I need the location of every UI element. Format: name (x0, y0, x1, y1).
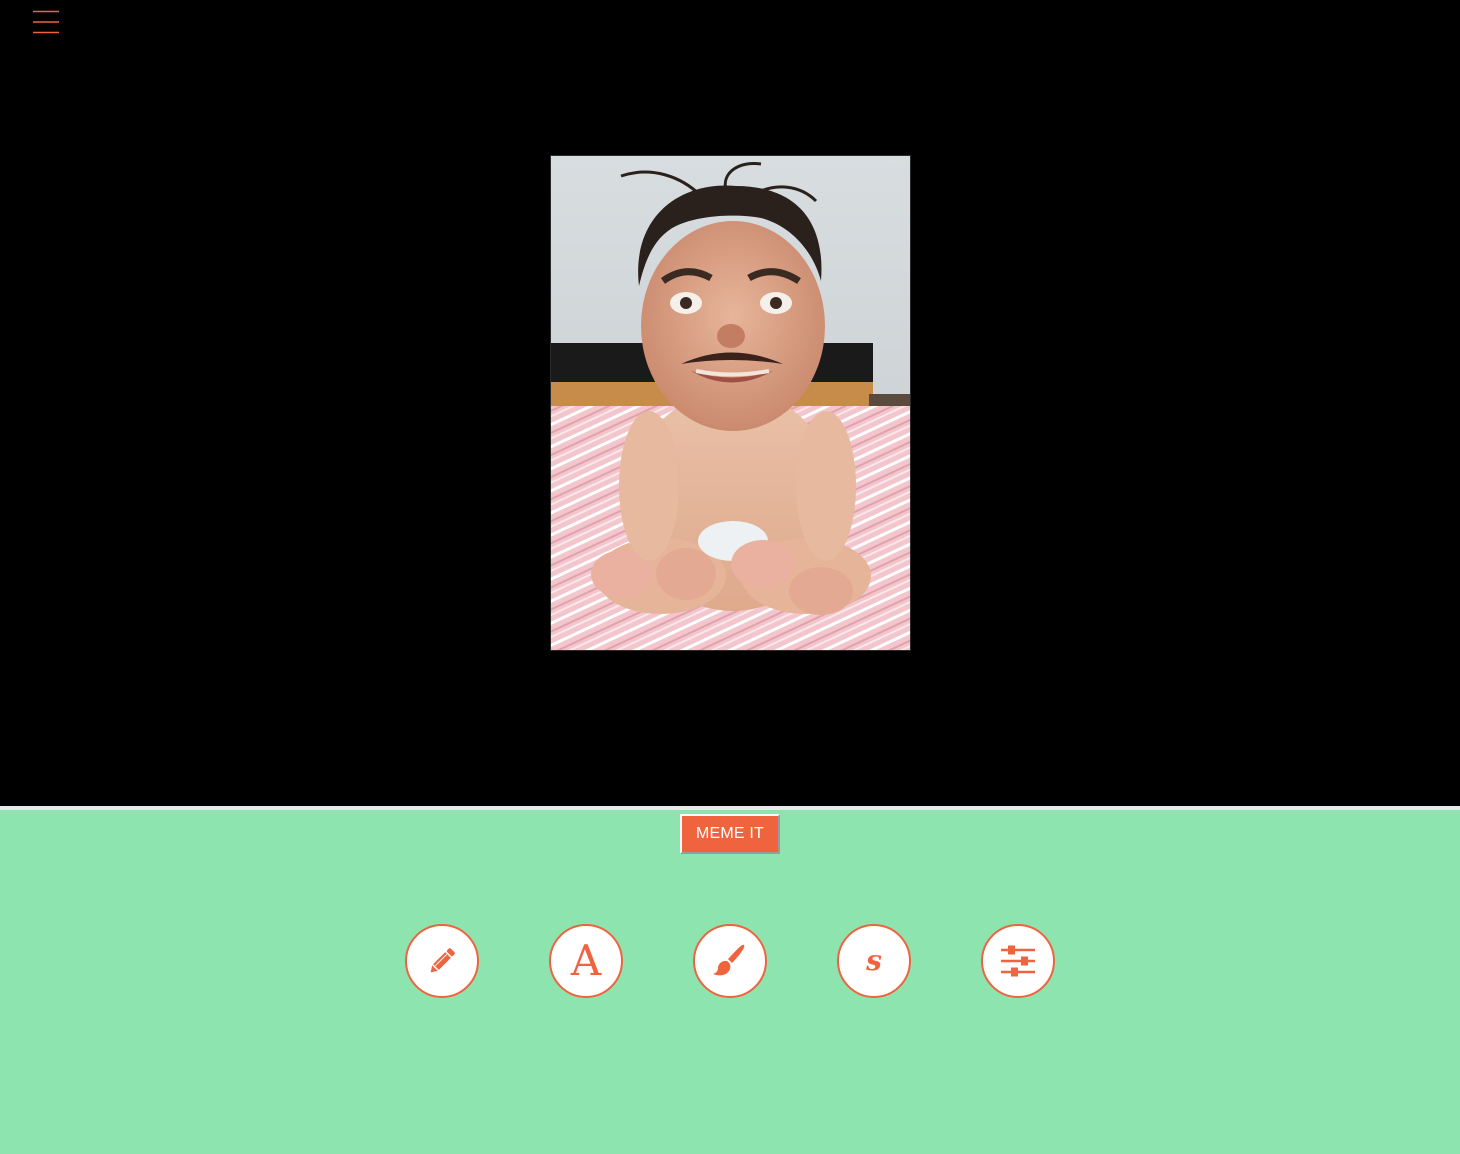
pencil-icon (424, 943, 460, 979)
tool-sticker-button[interactable]: s (837, 924, 911, 998)
tool-draw-button[interactable] (405, 924, 479, 998)
hamburger-menu-icon[interactable] (33, 10, 59, 34)
paintbrush-icon (710, 941, 750, 981)
font-icon: A (570, 936, 602, 985)
baby-photo-image (551, 156, 910, 650)
tool-paint-button[interactable] (693, 924, 767, 998)
image-stage (0, 0, 1460, 806)
sliders-icon (999, 942, 1037, 980)
tool-adjust-button[interactable] (981, 924, 1055, 998)
editor-toolbar: MEME IT A s (0, 810, 1460, 1154)
meme-it-button[interactable]: MEME IT (680, 814, 780, 854)
s-glyph: s (865, 944, 882, 977)
meme-photo[interactable] (550, 155, 911, 651)
tool-text-button[interactable]: A (549, 924, 623, 998)
s-icon: s (856, 943, 892, 979)
